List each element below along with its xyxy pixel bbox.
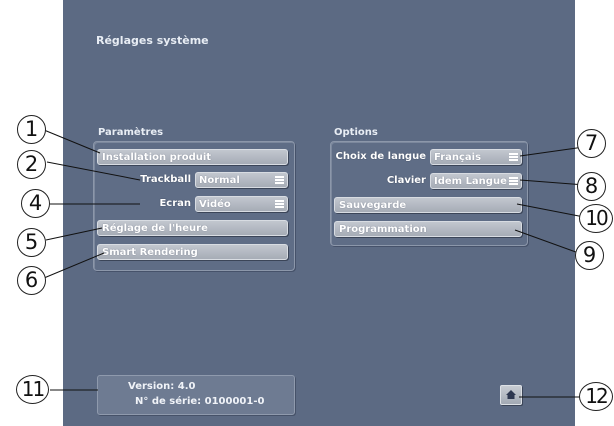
- callout-1: 1: [17, 115, 46, 144]
- callout-4: 4: [21, 189, 50, 218]
- callout-11: 11: [16, 375, 49, 404]
- callout-6: 6: [17, 266, 46, 295]
- callout-2: 2: [17, 150, 46, 179]
- callout-lines: [43, 129, 599, 398]
- callout-9: 9: [575, 241, 604, 270]
- callout-12: 12: [579, 382, 613, 411]
- callout-7: 7: [577, 129, 606, 158]
- callout-8: 8: [577, 172, 606, 201]
- callout-10: 10: [579, 204, 613, 233]
- callout-5: 5: [17, 228, 46, 257]
